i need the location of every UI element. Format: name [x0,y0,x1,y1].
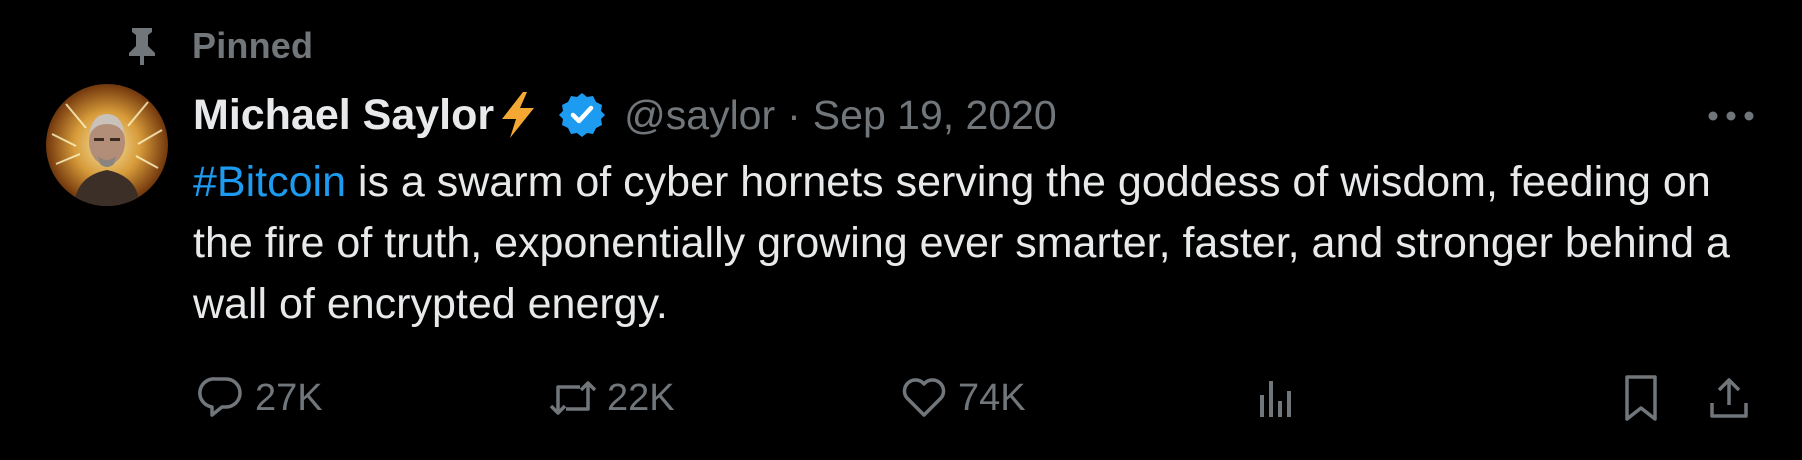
repost-count: 22K [607,376,675,419]
reply-button[interactable]: 27K [193,368,323,428]
bookmark-button[interactable] [1613,368,1669,428]
share-button[interactable] [1701,368,1757,428]
reply-count: 27K [255,376,323,419]
share-icon [1701,370,1757,426]
lightning-bolt-icon [496,89,546,141]
tweet-timestamp[interactable]: Sep 19, 2020 [813,92,1057,139]
like-count: 74K [958,376,1026,419]
verified-badge-icon[interactable] [558,90,608,140]
action-bar: 27K 22K 74K [193,368,1763,428]
tweet-header: Michael Saylor @saylor · Sep 19, 2020 [193,84,1057,146]
hashtag-link[interactable]: #Bitcoin [193,158,346,206]
bookmark-icon [1613,370,1669,426]
views-button[interactable] [1248,368,1304,428]
pinned-indicator: Pinned [124,24,313,68]
repost-icon [545,370,601,426]
reply-icon [193,370,249,426]
like-button[interactable]: 74K [896,368,1026,428]
heart-icon [896,370,952,426]
pinned-label: Pinned [192,25,314,66]
author-handle[interactable]: @saylor [624,92,775,139]
author-name[interactable]: Michael Saylor [193,91,494,140]
tweet-text: #Bitcoin is a swarm of cyber hornets ser… [193,152,1753,335]
repost-button[interactable]: 22K [545,368,675,428]
tweet-body: is a swarm of cyber hornets serving the … [193,158,1730,328]
views-chart-icon [1248,370,1304,426]
separator-dot: · [787,91,801,138]
more-options-icon[interactable] [1700,96,1762,136]
pin-icon [124,26,160,66]
avatar[interactable] [46,84,168,206]
